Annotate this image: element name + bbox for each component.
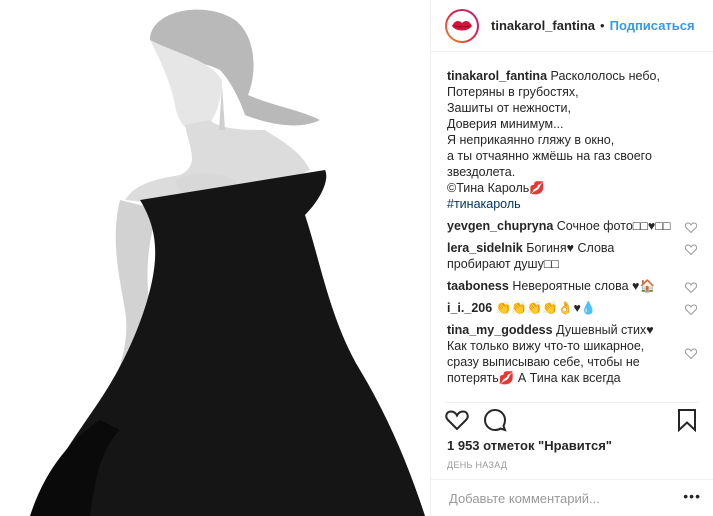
comment-item: taaboness Невероятные слова ♥🏠 <box>447 278 697 294</box>
bookmark-icon[interactable] <box>675 408 699 432</box>
comment-text: Сочное фото□□♥□□ <box>556 219 671 233</box>
comment-username[interactable]: taaboness <box>447 279 509 293</box>
comment-like-icon[interactable] <box>685 222 697 233</box>
comment-username[interactable]: tina_my_goddess <box>447 323 553 337</box>
post-header: tinakarol_fantina • Подписаться <box>431 0 713 52</box>
comment-item: lera_sidelnik Богиня♥ Слова пробирают ду… <box>447 240 697 272</box>
comment-item: yevgen_chupryna Сочное фото□□♥□□ <box>447 218 697 234</box>
avatar[interactable] <box>445 8 479 43</box>
comment-icon[interactable] <box>483 408 507 432</box>
caption-line: Доверия минимум... <box>447 117 564 131</box>
comment-username[interactable]: i_i._206 <box>447 301 492 315</box>
comment-text: Невероятные слова ♥🏠 <box>512 279 656 293</box>
caption-line: Потеряны в грубостях, <box>447 85 579 99</box>
follow-button[interactable]: Подписаться <box>610 18 695 33</box>
comment-text: 👏👏👏👏👌♥💧 <box>495 301 597 315</box>
caption-line: Зашиты от нежности, <box>447 101 571 115</box>
add-comment-bar: ••• <box>431 479 713 516</box>
likes-count[interactable]: 1 953 отметок "Нравится" <box>447 438 612 453</box>
more-options-button[interactable]: ••• <box>683 488 701 504</box>
comment-like-icon[interactable] <box>685 348 697 359</box>
heart-icon[interactable] <box>445 408 469 432</box>
comments-list: tinakarol_fantina Раскололось небо, Поте… <box>447 68 697 398</box>
caption-line: а ты отчаянно жмёшь на газ своего звездо… <box>447 149 652 179</box>
caption-line: ©Тина Кароль💋 <box>447 181 545 195</box>
caption-line: Раскололось небо, <box>550 69 660 83</box>
comment-item: tina_my_goddess Душевный стих♥ Как тольк… <box>447 322 697 386</box>
header-username[interactable]: tinakarol_fantina <box>491 18 595 33</box>
header-separator: • <box>600 18 605 33</box>
caption-line: Я неприкаянно гляжу в окно, <box>447 133 615 147</box>
caption-username[interactable]: tinakarol_fantina <box>447 69 547 83</box>
comment-like-icon[interactable] <box>685 304 697 315</box>
post-time: ДЕНЬ НАЗАД <box>447 460 508 470</box>
caption-hashtag[interactable]: #тинакароль <box>447 197 521 211</box>
comment-like-icon[interactable] <box>685 244 697 255</box>
comment-username[interactable]: lera_sidelnik <box>447 241 523 255</box>
caption: tinakarol_fantina Раскололось небо, Поте… <box>447 68 697 212</box>
comment-item: i_i._206 👏👏👏👏👌♥💧 <box>447 300 697 316</box>
post-sidebar: tinakarol_fantina • Подписаться tinakaro… <box>430 0 713 516</box>
photo-illustration <box>0 0 430 516</box>
action-bar <box>445 402 699 437</box>
comment-like-icon[interactable] <box>685 282 697 293</box>
lips-icon <box>447 10 477 41</box>
comment-input[interactable] <box>447 489 681 507</box>
comment-username[interactable]: yevgen_chupryna <box>447 219 553 233</box>
post-photo[interactable] <box>0 0 430 516</box>
